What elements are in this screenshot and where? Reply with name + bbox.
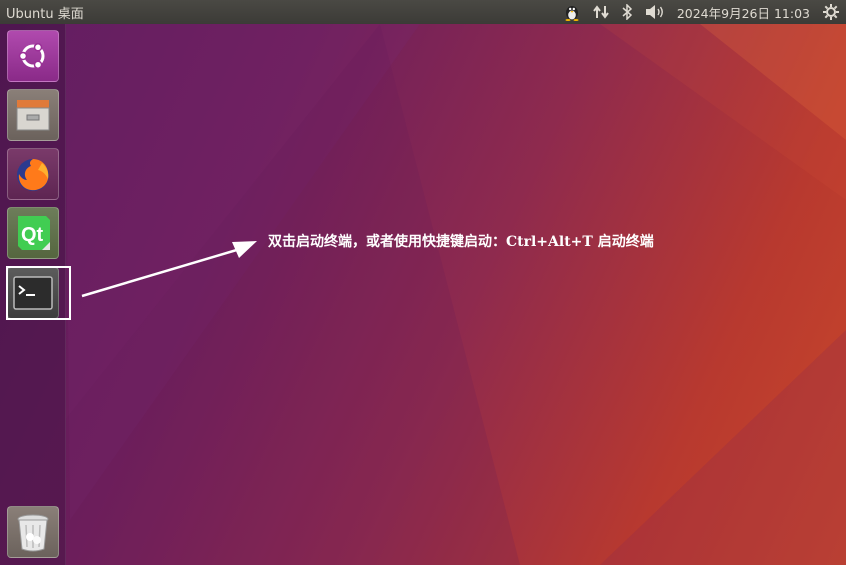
annotation-arrow [81, 241, 257, 298]
desktop: Ubuntu 桌面 2024年9月26日 11:03 Qt 双击启动终端，或者使… [0, 0, 846, 565]
annotation-text: 双击启动终端，或者使用快捷键启动：Ctrl+Alt+T 启动终端 [268, 234, 654, 250]
